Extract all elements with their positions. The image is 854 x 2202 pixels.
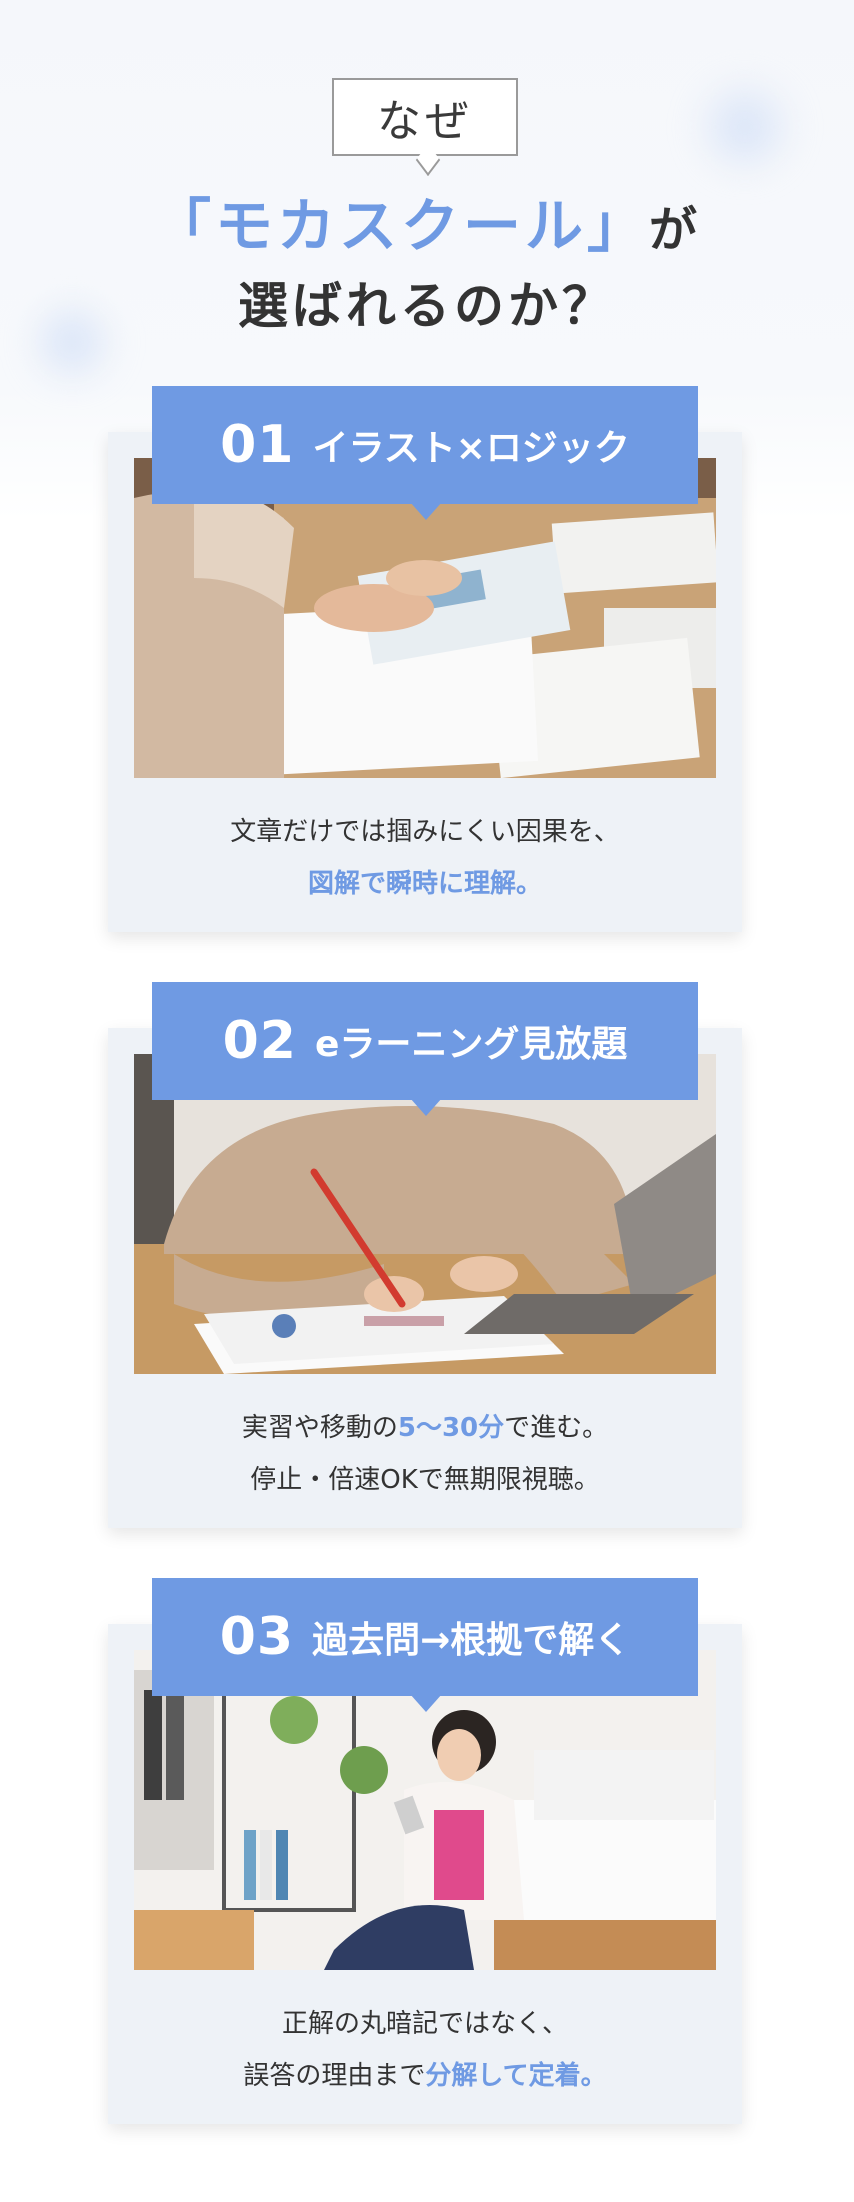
feature-3-line1: 正解の丸暗記ではなく、 — [281, 2009, 568, 2039]
ribbon-pointer — [410, 1098, 442, 1116]
decorative-blur-circle — [690, 72, 800, 182]
why-badge: なぜ — [332, 78, 518, 156]
feature-title-3: 過去問→根拠で解く — [312, 1620, 631, 1661]
feature-1-highlight: 図解で瞬時に理解。 — [307, 869, 542, 899]
feature-number-2: 02 — [222, 1011, 297, 1071]
feature-2-line1-before: 実習や移動の — [241, 1413, 398, 1443]
feature-3-highlight: 分解して定着。 — [425, 2061, 607, 2091]
feature-ribbon-3: 03 過去問→根拠で解く — [152, 1578, 698, 1712]
feature-1-line1: 文章だけでは掴みにくい因果を、 — [230, 817, 620, 847]
feature-description-1: 文章だけでは掴みにくい因果を、 図解で瞬時に理解。 — [108, 806, 742, 910]
feature-title-1: イラスト×ロジック — [312, 428, 630, 469]
feature-description-3: 正解の丸暗記ではなく、 誤答の理由まで分解して定着。 — [108, 1998, 742, 2102]
feature-3-line2-before: 誤答の理由まで — [243, 2061, 426, 2091]
feature-description-2: 実習や移動の5〜30分で進む。 停止・倍速OKで無期限視聴。 — [108, 1402, 742, 1506]
title-suffix: が — [649, 202, 702, 258]
feature-ribbon-2: 02 eラーニング見放題 — [152, 982, 698, 1116]
section-title-line2: 選ばれるのか？ — [238, 276, 616, 335]
ribbon-pointer — [410, 502, 442, 520]
feature-number-3: 03 — [219, 1607, 295, 1667]
section-title-line1: 「モカスクール」が — [0, 186, 854, 270]
feature-2-highlight: 5〜30分 — [397, 1413, 505, 1443]
brand-name: 「モカスクール」 — [152, 192, 649, 260]
ribbon-pointer — [410, 1694, 442, 1712]
feature-title-2: eラーニング見放題 — [314, 1024, 628, 1065]
feature-number-1: 01 — [220, 415, 295, 475]
feature-2-line1-after: で進む。 — [504, 1413, 609, 1443]
why-badge-label: なぜ — [377, 96, 473, 147]
feature-ribbon-1: 01 イラスト×ロジック — [152, 386, 698, 520]
feature-2-line2: 停止・倍速OKで無期限視聴。 — [250, 1465, 600, 1495]
